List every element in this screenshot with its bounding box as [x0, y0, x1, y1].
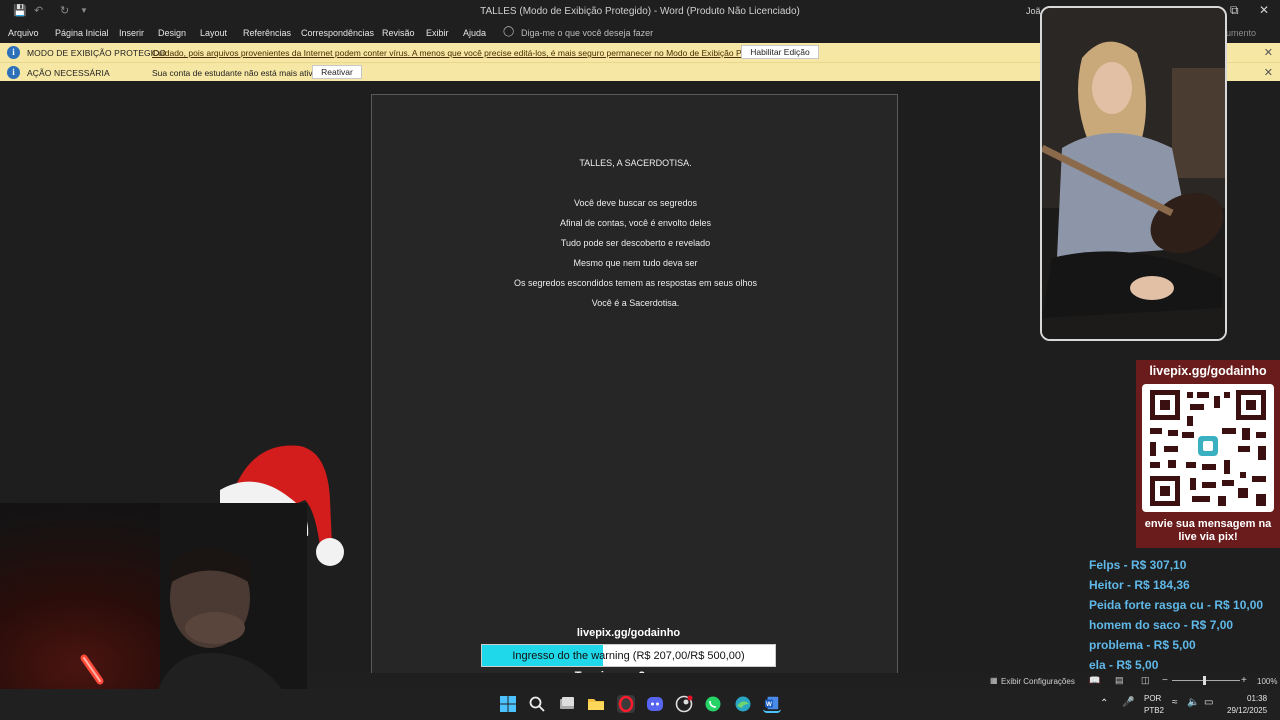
enable-editing-button[interactable]: Habilitar Edição: [741, 45, 819, 59]
windows-start-icon[interactable]: [499, 695, 517, 713]
microphone-icon[interactable]: 🎤: [1122, 697, 1134, 708]
document-line: Afinal de contas, você é envolto deles: [559, 218, 712, 228]
action-required-label: AÇÃO NECESSÁRIA: [27, 68, 110, 78]
volume-icon[interactable]: 🔈: [1187, 697, 1199, 708]
document-line: Mesmo que nem tudo deva ser: [573, 258, 698, 268]
info-icon: i: [7, 46, 20, 59]
svg-text:W: W: [766, 701, 772, 708]
keyboard-layout[interactable]: PTB2: [1144, 706, 1164, 715]
show-hidden-icons-icon[interactable]: ⌃: [1100, 698, 1108, 709]
tab-arquivo[interactable]: Arquivo: [8, 28, 39, 38]
clock-date[interactable]: 29/12/2025: [1227, 706, 1267, 715]
wifi-icon[interactable]: ≈: [1172, 697, 1178, 708]
donation-item: ela - R$ 5,00: [1089, 658, 1159, 672]
close-bar-icon[interactable]: ✕: [1264, 66, 1273, 79]
donation-item: Peida forte rasga cu - R$ 10,00: [1089, 598, 1264, 612]
zoom-slider[interactable]: [1172, 680, 1240, 681]
task-view-icon[interactable]: [558, 695, 576, 713]
tab-referencias[interactable]: Referências: [243, 28, 291, 38]
whatsapp-icon[interactable]: [704, 695, 722, 713]
streamer-video-frame: [80, 503, 307, 720]
search-icon[interactable]: [528, 695, 546, 713]
opera-gx-icon[interactable]: [617, 695, 635, 713]
restore-icon[interactable]: ⧉: [1230, 3, 1239, 18]
qr-caption: envie sua mensagem na live via pix!: [1144, 518, 1272, 543]
zoom-in-icon[interactable]: +: [1241, 675, 1247, 686]
info-icon: i: [7, 66, 20, 79]
document-page[interactable]: TALLES, A SACERDOTISA. Você deve buscar …: [371, 94, 898, 674]
guitarist-video-frame: [1042, 8, 1225, 339]
protected-view-message[interactable]: Cuidado, pois arquivos provenientes da I…: [152, 48, 775, 58]
keyboard-lang[interactable]: POR: [1144, 694, 1161, 703]
donation-item: problema - R$ 5,00: [1089, 638, 1196, 652]
donation-item: homem do saco - R$ 7,00: [1089, 618, 1234, 632]
read-mode-icon[interactable]: 📖: [1089, 675, 1100, 686]
display-settings-label[interactable]: Exibir Configurações: [1001, 677, 1075, 686]
webcam-overlay-bottom: [0, 503, 307, 720]
document-line: Você deve buscar os segredos: [573, 198, 698, 208]
taskbar: W ⌃ 🎤 POR PTB2 ≈ 🔈 ▭ 01:38 29/12/2025: [0, 689, 1280, 720]
webcam-overlay-top: [1040, 6, 1227, 341]
tab-inserir[interactable]: Inserir: [119, 28, 144, 38]
tab-revisao[interactable]: Revisão: [382, 28, 415, 38]
word-icon[interactable]: W: [763, 695, 781, 713]
qr-url: livepix.gg/godainho: [1149, 364, 1267, 378]
web-layout-icon[interactable]: ◫: [1141, 675, 1150, 686]
display-settings-icon[interactable]: ▦: [990, 676, 998, 685]
document-line: Tudo pode ser descoberto e revelado: [560, 238, 711, 248]
protected-view-label: MODO DE EXIBIÇÃO PROTEGIDO: [27, 48, 167, 58]
donation-item: Heitor - R$ 184,36: [1089, 578, 1190, 592]
lightbulb-icon: ◯: [503, 26, 515, 37]
qr-code: [1142, 384, 1274, 512]
tab-layout[interactable]: Layout: [200, 28, 227, 38]
goal-progress-bar: Ingresso do the warning (R$ 207,00/R$ 50…: [481, 644, 776, 667]
status-bar: ▦ Exibir Configurações 📖 ▤ ◫ − + 100%: [307, 673, 1280, 689]
zoom-out-icon[interactable]: −: [1162, 675, 1168, 686]
file-explorer-icon[interactable]: [587, 695, 605, 713]
document-line: Os segredos escondidos temem as resposta…: [513, 278, 758, 288]
edge-icon[interactable]: [734, 695, 752, 713]
reactivate-button[interactable]: Reativar: [312, 65, 362, 79]
document-line: Você é a Sacerdotisa.: [591, 298, 680, 308]
discord-icon[interactable]: [646, 695, 664, 713]
steam-icon[interactable]: [675, 695, 693, 713]
battery-icon[interactable]: ▭: [1204, 697, 1213, 708]
account-name[interactable]: Joã: [1026, 6, 1041, 16]
tab-pagina-inicial[interactable]: Página Inicial: [55, 28, 109, 38]
tab-correspondencias[interactable]: Correspondências: [301, 28, 374, 38]
close-bar-icon[interactable]: ✕: [1264, 46, 1273, 59]
tell-me-search[interactable]: Diga-me o que você deseja fazer: [521, 28, 653, 38]
document-title: TALLES, A SACERDOTISA.: [579, 158, 692, 168]
donation-item: Felps - R$ 307,10: [1089, 558, 1187, 572]
goal-label: Ingresso do the warning (R$ 207,00/R$ 50…: [512, 650, 745, 662]
qr-panel: livepix.gg/godainho envie sua mensagem n…: [1136, 360, 1280, 548]
tab-exibir[interactable]: Exibir: [426, 28, 449, 38]
zoom-slider-thumb[interactable]: [1203, 676, 1206, 685]
close-window-icon[interactable]: ✕: [1259, 3, 1269, 17]
action-required-message: Sua conta de estudante não está mais ati…: [152, 68, 320, 78]
zoom-level[interactable]: 100%: [1257, 677, 1277, 686]
goal-url: livepix.gg/godainho: [576, 627, 681, 639]
account-partial: umento: [1226, 28, 1257, 38]
clock-time[interactable]: 01:38: [1247, 694, 1267, 703]
tab-design[interactable]: Design: [158, 28, 186, 38]
print-layout-icon[interactable]: ▤: [1115, 675, 1124, 686]
tab-ajuda[interactable]: Ajuda: [463, 28, 486, 38]
